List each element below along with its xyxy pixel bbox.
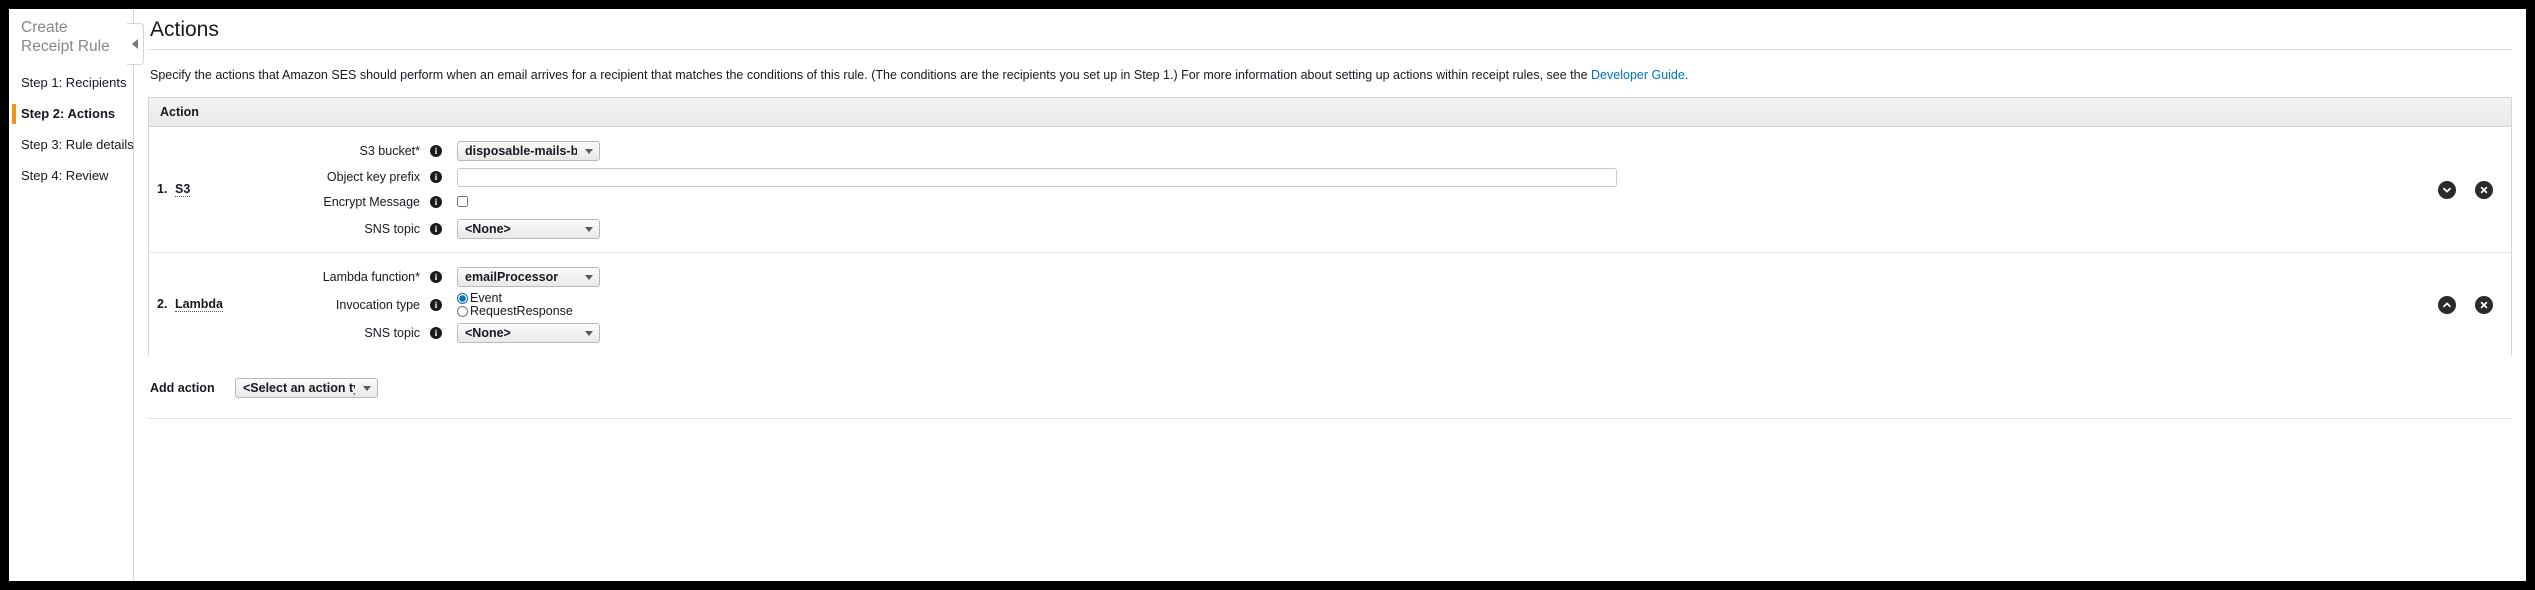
move-action-up-button[interactable] <box>2438 295 2456 314</box>
wizard-step-list: Step 1: Recipients Step 2: Actions Step … <box>9 67 134 191</box>
table-row: 1. S3 S3 bucket* i disposable-mails-buck… <box>149 127 2511 252</box>
field-label: Lambda function* <box>322 269 420 284</box>
actions-table-header: Action <box>149 98 2511 127</box>
info-icon[interactable]: i <box>430 222 442 235</box>
encrypt-message-checkbox[interactable] <box>457 196 468 208</box>
add-action-label: Add action <box>150 381 215 395</box>
remove-action-button[interactable] <box>2475 295 2493 314</box>
info-icon[interactable]: i <box>430 196 442 208</box>
page-header: Actions Specify the actions that Amazon … <box>134 9 2526 83</box>
info-icon[interactable]: i <box>430 298 442 311</box>
invocation-type-option-requestresponse[interactable]: RequestResponse <box>457 303 573 318</box>
row-controls-lambda <box>2421 295 2511 314</box>
browser-window: Create Receipt Rule Step 1: Recipients S… <box>0 0 2535 590</box>
field-lambda-sns-topic: SNS topic i <None> <box>245 320 2421 345</box>
developer-guide-link[interactable]: Developer Guide <box>1591 68 1685 82</box>
field-label: S3 bucket* <box>359 143 420 158</box>
actions-table: Action 1. S3 S3 bucket* i disposable-mai… <box>148 97 2512 356</box>
invocation-type-label-event: Event <box>470 290 502 305</box>
field-s3-sns-topic: SNS topic i <None> <box>245 216 2421 241</box>
page-root: Create Receipt Rule Step 1: Recipients S… <box>9 9 2526 581</box>
add-action-select-wrap: <Select an action type> <box>235 378 378 398</box>
info-icon[interactable]: i <box>430 270 442 283</box>
action-fields-lambda: Lambda function* i emailProcessor Invoca… <box>245 264 2421 345</box>
actions-table-body: 1. S3 S3 bucket* i disposable-mails-buck… <box>149 127 2511 356</box>
page-title: Actions <box>150 18 219 41</box>
move-action-down-button[interactable] <box>2438 180 2456 199</box>
sidebar-item-label: Step 4: Review <box>21 167 109 183</box>
info-icon[interactable]: i <box>430 171 442 183</box>
object-key-prefix-wrap <box>457 167 1617 187</box>
invocation-type-radio-requestresponse[interactable] <box>457 305 468 317</box>
sidebar-item-label: Step 3: Rule details <box>21 136 134 152</box>
field-object-key-prefix: Object key prefix i <box>245 166 2421 188</box>
lambda-function-select[interactable]: emailProcessor <box>457 266 600 287</box>
s3-bucket-select-wrap: disposable-mails-bucket <box>457 140 600 161</box>
sidebar-item-step-1-recipients[interactable]: Step 1: Recipients <box>9 67 133 98</box>
s3-bucket-select[interactable]: disposable-mails-bucket <box>457 140 600 161</box>
action-number: 2. <box>157 297 168 311</box>
main-content: Actions Specify the actions that Amazon … <box>134 9 2526 581</box>
field-invocation-type: Invocation type i Event RequestResponse <box>245 290 2421 318</box>
sidebar-item-step-4-review[interactable]: Step 4: Review <box>9 160 133 191</box>
info-icon[interactable]: i <box>430 144 442 157</box>
action-type-link-s3[interactable]: S3 <box>175 182 191 197</box>
info-icon[interactable]: i <box>430 326 442 339</box>
field-label: SNS topic <box>364 221 420 236</box>
lambda-function-select-wrap: emailProcessor <box>457 266 600 287</box>
invocation-type-label-requestresponse: RequestResponse <box>470 303 573 318</box>
action-number: 1. <box>157 182 168 196</box>
page-description: Specify the actions that Amazon SES shou… <box>148 50 2512 83</box>
table-row: 2. Lambda Lambda function* i emailProces… <box>149 252 2511 356</box>
sidebar-item-label: Step 1: Recipients <box>21 74 127 90</box>
s3-sns-topic-select-wrap: <None> <box>457 218 600 239</box>
invocation-type-option-event[interactable]: Event <box>457 290 573 305</box>
add-action-row: Add action <Select an action type> <box>148 378 2526 398</box>
encrypt-message-wrap <box>457 193 468 211</box>
add-action-select[interactable]: <Select an action type> <box>235 378 378 398</box>
field-label: Object key prefix <box>326 170 420 184</box>
description-text-after: . <box>1684 68 1689 82</box>
field-lambda-function: Lambda function* i emailProcessor <box>245 264 2421 289</box>
sidebar-item-step-2-actions[interactable]: Step 2: Actions <box>9 98 133 129</box>
action-identifier: 2. Lambda <box>149 297 245 312</box>
field-label: Encrypt Message <box>323 195 420 209</box>
field-label: SNS topic <box>364 325 420 340</box>
field-label: Invocation type <box>335 297 420 312</box>
footer-divider <box>148 418 2512 419</box>
sidebar-collapse-button[interactable] <box>127 23 144 65</box>
s3-sns-topic-select[interactable]: <None> <box>457 218 600 239</box>
row-controls-s3 <box>2421 180 2511 199</box>
wizard-sidebar: Create Receipt Rule Step 1: Recipients S… <box>9 9 134 581</box>
invocation-type-radio-group: Event RequestResponse <box>457 290 573 318</box>
object-key-prefix-input[interactable] <box>457 167 1617 187</box>
remove-action-button[interactable] <box>2475 180 2493 199</box>
sidebar-item-label: Step 2: Actions <box>21 105 116 121</box>
lambda-sns-topic-select[interactable]: <None> <box>457 322 600 343</box>
action-fields-s3: S3 bucket* i disposable-mails-bucket Obj… <box>245 138 2421 241</box>
invocation-type-radio-event[interactable] <box>457 292 468 304</box>
sidebar-item-step-3-rule-details[interactable]: Step 3: Rule details <box>9 129 134 160</box>
lambda-sns-topic-select-wrap: <None> <box>457 322 600 343</box>
action-identifier: 1. S3 <box>149 182 245 197</box>
wizard-title: Create Receipt Rule <box>21 19 110 55</box>
chevron-left-icon <box>132 39 138 49</box>
field-s3-bucket: S3 bucket* i disposable-mails-bucket <box>245 138 2421 163</box>
field-encrypt-message: Encrypt Message i <box>245 191 2421 213</box>
action-type-link-lambda[interactable]: Lambda <box>175 297 223 312</box>
description-text-before: Specify the actions that Amazon SES shou… <box>150 68 1592 82</box>
